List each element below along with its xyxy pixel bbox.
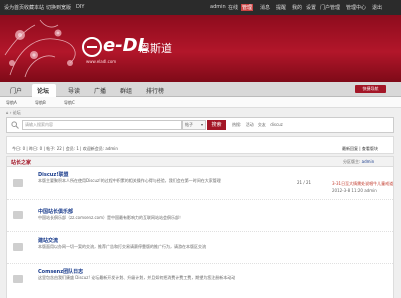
admin-badge[interactable]: 管理: [241, 4, 254, 11]
forum-title[interactable]: 中国站长俱乐部: [38, 208, 73, 215]
subnav-item-c[interactable]: 导航C: [64, 100, 75, 106]
nav-ranking[interactable]: 排行榜: [146, 86, 164, 95]
forum-description: 这里包含由我们康盛 Discuz! 论坛最新开发计划、升级计划，并且如何把消费计…: [38, 275, 236, 280]
last-post-title[interactable]: 3-31日至大情需处说唱牛儿童戒道: [332, 181, 393, 187]
subnav-item-b[interactable]: 导航B: [35, 100, 46, 106]
messages-link[interactable]: 消息: [260, 4, 270, 11]
section-title[interactable]: 站长之家: [11, 159, 31, 166]
forum-description: 本版面用以办网一切一案的交流，推荐广告和打交易请赛停靠版的推广行为，请游在本版区…: [38, 244, 206, 249]
hot-search: 热搜: 活动 交友 discuz: [232, 122, 286, 128]
sub-nav: 导航A 导航B 导航C: [0, 97, 401, 108]
forum-stats: 今日: 0 | 昨日: 0 | 帖子: 22 | 会员: 1 | 欢迎新会员: …: [12, 146, 118, 151]
search-button[interactable]: 搜索: [207, 120, 226, 130]
forum-title[interactable]: 建站交流: [38, 237, 58, 244]
search-icon: [11, 121, 19, 129]
moderator-link[interactable]: admin: [362, 159, 375, 164]
edl-logo-icon: [82, 37, 102, 57]
forum-icon: [13, 211, 23, 219]
section-header: [6, 156, 394, 167]
forum-icon: [13, 275, 23, 283]
settings-link[interactable]: 设置: [306, 4, 316, 11]
main-nav: [0, 82, 401, 97]
forum-icon: [13, 179, 23, 187]
forum-row: Discuz!联盟 本版主要聚积本人所在使用Discuz!的过程中积累的相关操作…: [7, 168, 393, 200]
subnav-item-a[interactable]: 导航A: [6, 100, 17, 106]
banner: e-DL 恩斯道 www.eladl.com: [0, 15, 401, 82]
forum-title[interactable]: Comsenz团队日志: [38, 268, 83, 275]
hot-label: 热搜:: [232, 122, 242, 127]
chevron-down-icon: ▾: [200, 122, 203, 127]
forum-title[interactable]: Discuz!联盟: [38, 171, 69, 178]
home-icon[interactable]: ⌂: [6, 110, 9, 115]
hot-item[interactable]: discuz: [270, 122, 283, 127]
admin-center-link[interactable]: 管理中心: [346, 4, 366, 11]
logo-url: www.eladl.com: [86, 59, 117, 64]
nav-guide[interactable]: 导读: [68, 86, 80, 95]
username-link[interactable]: admin: [210, 4, 226, 10]
latest-replies-link[interactable]: 最新回复: [342, 146, 358, 151]
section-moderator: 分区版主: admin: [343, 159, 375, 164]
quick-nav-button[interactable]: 快捷导航: [355, 85, 386, 93]
top-bar: 设为首页 收藏本站 切换到宽版 DIY admin 在线 管理 消息 提醒 我的…: [0, 0, 401, 15]
portal-manage-link[interactable]: 门户管理: [320, 4, 340, 11]
logout-link[interactable]: 退出: [372, 4, 382, 11]
breadcrumb: ⌂ › 论坛: [6, 110, 21, 115]
forum-row: Comsenz团队日志 这里包含由我们康盛 Discuz! 论坛最新开发计划、升…: [7, 264, 393, 296]
forum-row: 中国站长俱乐部 中国站长俱乐部（zz.comsenz.com）是中国最有影响力的…: [7, 200, 393, 232]
wide-mode-link[interactable]: 切换到宽版: [46, 4, 71, 11]
nav-forum[interactable]: 论坛: [37, 86, 49, 95]
notices-link[interactable]: 提醒: [276, 4, 286, 11]
floral-ornament-icon: [4, 19, 76, 78]
my-link[interactable]: 我的: [292, 4, 302, 11]
search-type-select[interactable]: 帖子 ▾: [182, 120, 206, 130]
nav-portal[interactable]: 门户: [10, 86, 22, 95]
forum-row: 建站交流 本版面用以办网一切一案的交流，推荐广告和打交易请赛停靠版的推广行为，请…: [7, 232, 393, 264]
nav-groups[interactable]: 群组: [120, 86, 132, 95]
stats-links: 最新回复 | 查看版块: [342, 146, 378, 151]
forum-description: 本版主要聚积本人所在使用Discuz!的过程中积累的相关操作心得与经验，我们会在…: [38, 178, 221, 183]
search-input[interactable]: 请输入搜索内容: [22, 120, 182, 130]
breadcrumb-forum[interactable]: 论坛: [13, 110, 21, 115]
online-status[interactable]: 在线: [228, 4, 238, 11]
forum-description: 中国站长俱乐部（zz.comsenz.com）是中国最有影响力的互联网站站会俱乐…: [38, 215, 184, 220]
search-type-value: 帖子: [185, 122, 193, 127]
hot-item[interactable]: 交友: [258, 122, 266, 127]
bookmark-link[interactable]: 收藏本站: [24, 4, 44, 11]
diy-link[interactable]: DIY: [76, 4, 84, 10]
hot-item[interactable]: 活动: [246, 122, 254, 127]
last-post-meta: 2012-3-8 11:20 admin: [332, 188, 377, 193]
forum-counts: 21 / 21: [297, 180, 312, 185]
view-forums-link[interactable]: 查看版块: [362, 146, 378, 151]
nav-broadcast[interactable]: 广播: [94, 86, 106, 95]
logo-chinese-name: 恩斯道: [139, 42, 172, 55]
set-homepage-link[interactable]: 设为首页: [4, 4, 24, 11]
forum-icon: [13, 243, 23, 251]
